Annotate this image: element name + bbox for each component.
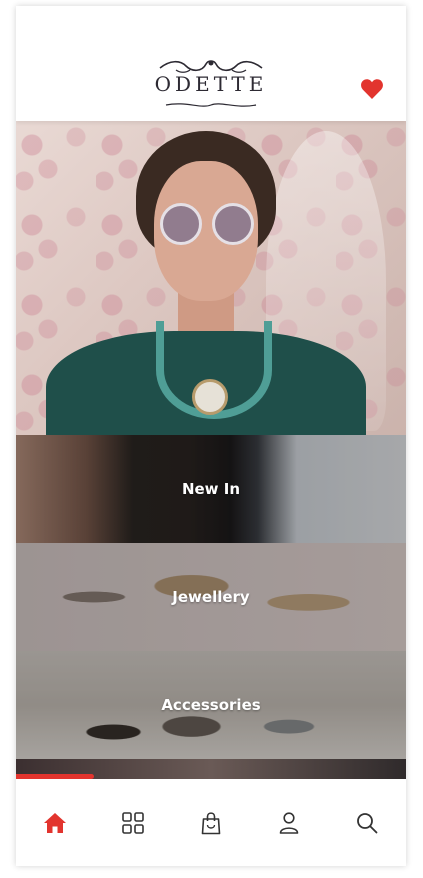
brand-logo[interactable]: ODETTE <box>153 58 269 110</box>
category-label: Jewellery <box>172 588 250 606</box>
category-label: Accessories <box>161 696 261 714</box>
category-jewellery[interactable]: Jewellery <box>16 543 406 651</box>
necklace-pendant <box>192 379 228 415</box>
app-header: ODETTE <box>16 6 406 121</box>
progress-fill <box>16 774 94 779</box>
shopping-bag-icon <box>201 811 221 834</box>
hero-model <box>46 131 366 435</box>
tab-categories[interactable] <box>111 801 155 845</box>
category-accessories[interactable]: Accessories <box>16 651 406 759</box>
sunglasses-right-lens <box>212 203 254 245</box>
tab-search[interactable] <box>345 801 389 845</box>
search-icon <box>357 812 378 833</box>
sunglasses-left-lens <box>160 203 202 245</box>
user-icon <box>279 811 299 834</box>
tab-cart[interactable] <box>189 801 233 845</box>
home-icon <box>44 812 66 833</box>
app-screen: ODETTE New In Jewellery Accessories <box>16 6 406 866</box>
heart-icon <box>361 79 383 99</box>
tab-account[interactable] <box>267 801 311 845</box>
logo-text: ODETTE <box>154 72 268 96</box>
carousel-progress-bar <box>16 774 406 780</box>
hero-banner[interactable] <box>16 121 406 435</box>
favorites-button[interactable] <box>360 78 384 100</box>
category-label: New In <box>181 480 241 498</box>
grid-icon <box>122 811 144 834</box>
logo-underline-icon <box>165 103 257 107</box>
tab-home[interactable] <box>33 801 77 845</box>
category-new-in[interactable]: New In <box>16 435 406 543</box>
bottom-tab-bar <box>16 779 406 866</box>
